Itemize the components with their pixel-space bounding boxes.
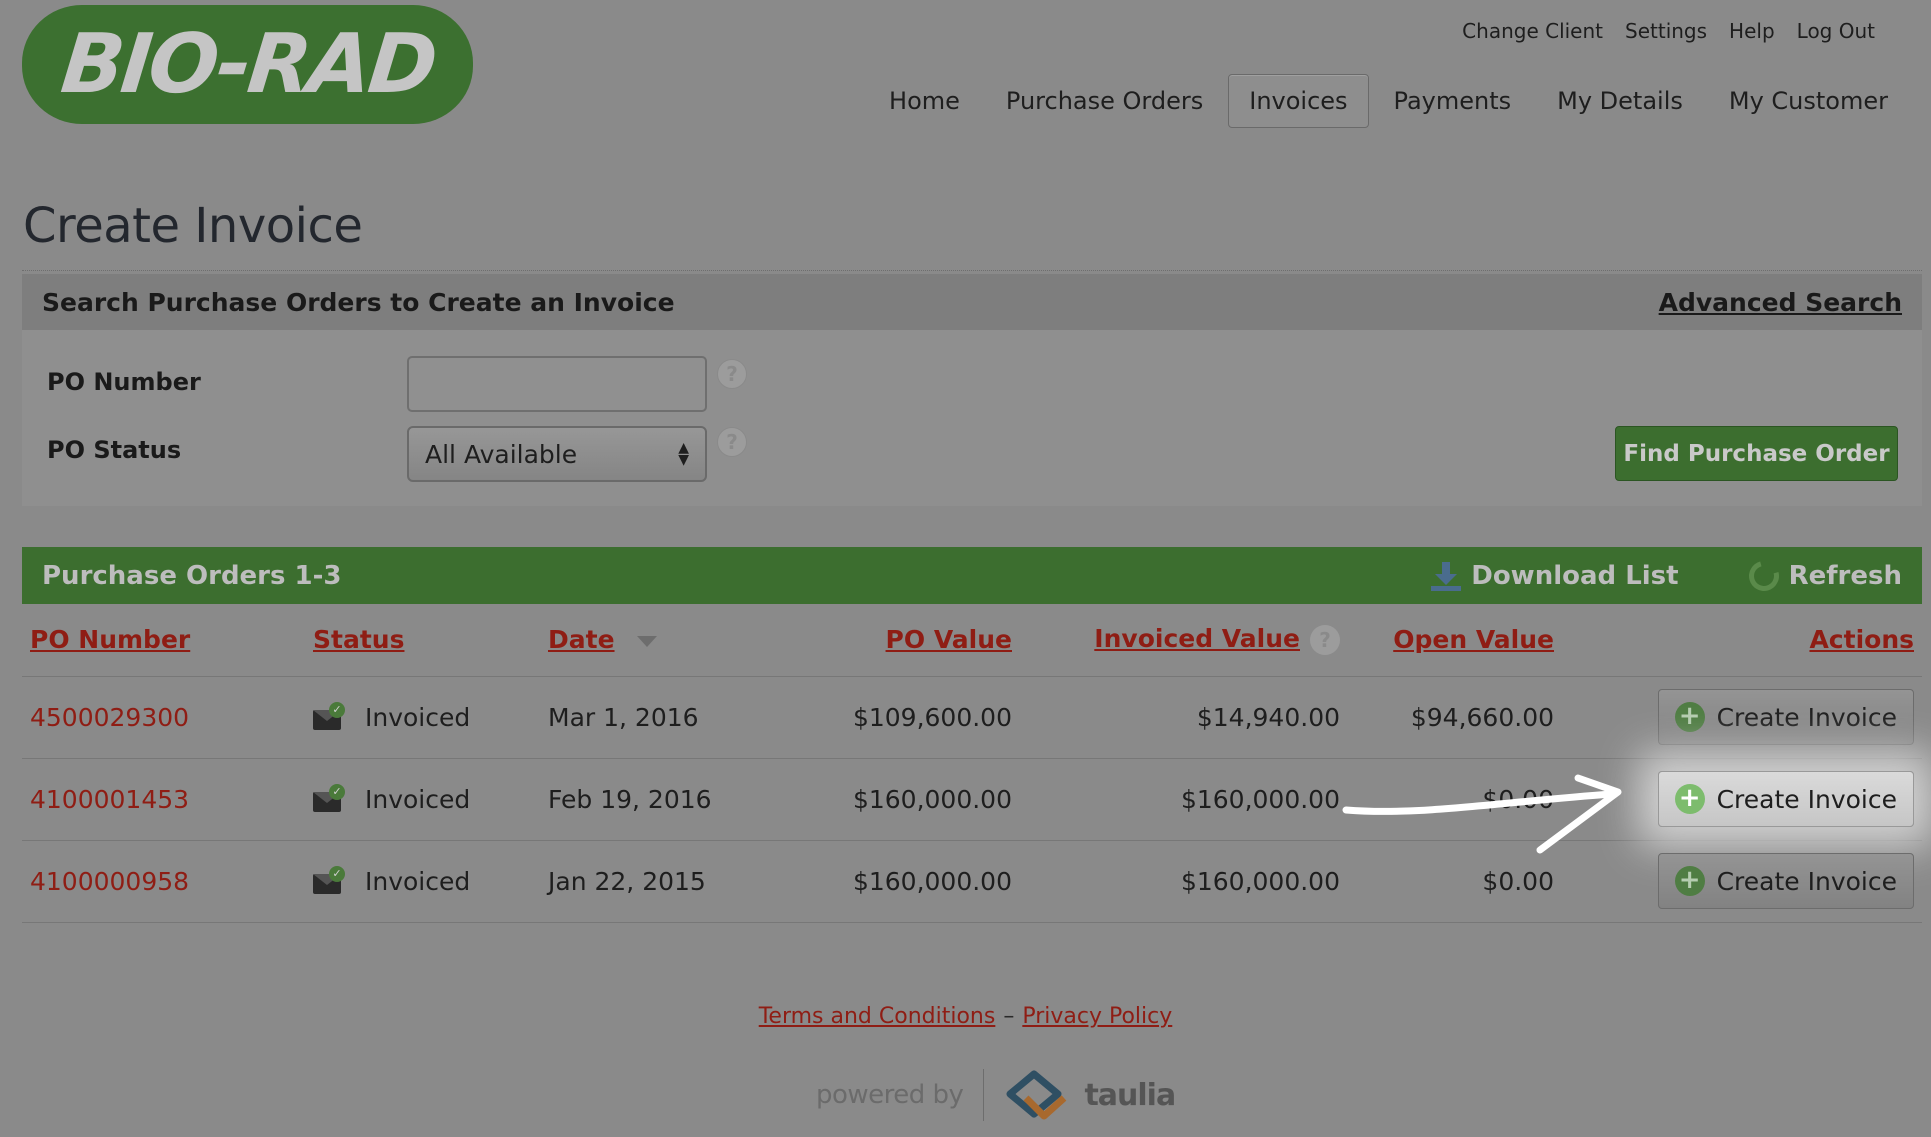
col-invoiced-value[interactable]: Invoiced Value? xyxy=(1020,604,1348,677)
search-heading: Search Purchase Orders to Create an Invo… xyxy=(42,287,675,317)
nav-purchase-orders[interactable]: Purchase Orders xyxy=(985,74,1224,128)
create-invoice-label: Create Invoice xyxy=(1716,784,1897,814)
col-date-label: Date xyxy=(548,625,615,655)
col-status[interactable]: Status xyxy=(305,604,540,677)
sort-desc-icon[interactable] xyxy=(636,635,657,647)
refresh-label: Refresh xyxy=(1788,560,1902,591)
invoiced-envelope-icon: ✓ xyxy=(313,702,345,732)
po-status-value: All Available xyxy=(425,439,578,469)
table-header-row: PO Number Status Date PO Value Invoiced … xyxy=(22,604,1922,677)
po-number-link[interactable]: 4100000958 xyxy=(30,867,189,896)
plus-icon: + xyxy=(1674,866,1705,896)
taulia-brand-text[interactable]: taulia xyxy=(1084,1078,1176,1113)
advanced-search-link[interactable]: Advanced Search xyxy=(1659,288,1902,317)
po-status-select[interactable]: All Available ▲ ▼ xyxy=(407,426,707,482)
powered-by: powered by taulia xyxy=(816,1068,1176,1122)
download-list-button[interactable]: Download List xyxy=(1431,560,1679,592)
change-client-link[interactable]: Change Client xyxy=(1462,19,1603,43)
nav-my-customer[interactable]: My Customer xyxy=(1708,74,1909,128)
nav-home[interactable]: Home xyxy=(868,74,981,128)
main-nav: Home Purchase Orders Invoices Payments M… xyxy=(864,74,1909,128)
settings-link[interactable]: Settings xyxy=(1625,19,1707,43)
invoiced-value: $160,000.00 xyxy=(1020,758,1348,841)
purchase-orders-table: PO Number Status Date PO Value Invoiced … xyxy=(22,604,1922,923)
col-po-number[interactable]: PO Number xyxy=(22,604,305,677)
po-date: Mar 1, 2016 xyxy=(540,676,780,759)
invoiced-value: $14,940.00 xyxy=(1020,676,1348,759)
taulia-logo-icon xyxy=(1006,1070,1067,1120)
powered-by-text: powered by xyxy=(816,1080,964,1110)
footer-divider xyxy=(983,1069,985,1121)
invoiced-envelope-icon: ✓ xyxy=(313,866,345,896)
status-text: Invoiced xyxy=(365,702,471,732)
help-icon[interactable]: ? xyxy=(717,427,747,457)
find-purchase-order-button[interactable]: Find Purchase Order xyxy=(1615,426,1898,481)
table-row: 4500029300 ✓ Invoiced Mar 1, 2016 $109,6… xyxy=(22,676,1922,759)
download-icon xyxy=(1431,560,1462,592)
terms-link[interactable]: Terms and Conditions xyxy=(759,1004,996,1029)
po-number-input[interactable] xyxy=(407,356,707,412)
privacy-link[interactable]: Privacy Policy xyxy=(1022,1004,1172,1029)
bio-rad-logo[interactable]: BIO-RAD xyxy=(22,5,473,124)
open-value: $0.00 xyxy=(1348,758,1562,841)
plus-icon: + xyxy=(1674,784,1705,814)
create-invoice-label: Create Invoice xyxy=(1716,702,1897,732)
help-link[interactable]: Help xyxy=(1729,19,1775,43)
title-divider xyxy=(22,270,1922,271)
nav-payments[interactable]: Payments xyxy=(1373,74,1533,128)
status-text: Invoiced xyxy=(365,866,471,896)
col-open-value[interactable]: Open Value xyxy=(1348,604,1562,677)
footer-links: Terms and Conditions – Privacy Policy xyxy=(0,1004,1931,1029)
po-number-link[interactable]: 4500029300 xyxy=(30,703,189,732)
open-value: $94,660.00 xyxy=(1348,676,1562,759)
status-text: Invoiced xyxy=(365,784,471,814)
utility-nav: Change Client Settings Help Log Out xyxy=(1462,19,1875,43)
refresh-button[interactable]: Refresh xyxy=(1743,555,1902,596)
results-header: Purchase Orders 1-3 Download List Refres… xyxy=(22,547,1922,604)
invoiced-envelope-icon: ✓ xyxy=(313,784,345,814)
results-title: Purchase Orders 1-3 xyxy=(42,560,342,591)
table-row: 4100001453 ✓ Invoiced Feb 19, 2016 $160,… xyxy=(22,758,1922,841)
open-value: $0.00 xyxy=(1348,840,1562,923)
table-row: 4100000958 ✓ Invoiced Jan 22, 2015 $160,… xyxy=(22,840,1922,923)
create-invoice-button[interactable]: + Create Invoice xyxy=(1657,853,1914,909)
col-po-value[interactable]: PO Value xyxy=(780,604,1020,677)
po-date: Jan 22, 2015 xyxy=(540,840,780,923)
log-out-link[interactable]: Log Out xyxy=(1797,19,1875,43)
nav-invoices[interactable]: Invoices xyxy=(1228,74,1369,128)
logo-text: BIO-RAD xyxy=(56,17,439,112)
po-value: $109,600.00 xyxy=(780,676,1020,759)
create-invoice-label: Create Invoice xyxy=(1716,866,1897,896)
footer-separator: – xyxy=(1003,1004,1015,1029)
col-actions[interactable]: Actions xyxy=(1562,604,1922,677)
help-icon[interactable]: ? xyxy=(717,359,747,389)
page-title: Create Invoice xyxy=(23,198,363,254)
col-date[interactable]: Date xyxy=(540,604,780,677)
create-invoice-button[interactable]: + Create Invoice xyxy=(1657,689,1914,745)
po-status-label: PO Status xyxy=(47,436,182,464)
po-number-link[interactable]: 4100001453 xyxy=(30,785,189,814)
nav-my-details[interactable]: My Details xyxy=(1536,74,1704,128)
download-list-label: Download List xyxy=(1471,560,1679,591)
refresh-icon xyxy=(1743,555,1785,596)
help-icon[interactable]: ? xyxy=(1310,625,1340,656)
invoiced-value: $160,000.00 xyxy=(1020,840,1348,923)
po-number-label: PO Number xyxy=(47,368,201,396)
po-date: Feb 19, 2016 xyxy=(540,758,780,841)
po-value: $160,000.00 xyxy=(780,758,1020,841)
create-invoice-button[interactable]: + Create Invoice xyxy=(1657,771,1914,827)
search-panel: Search Purchase Orders to Create an Invo… xyxy=(22,274,1922,506)
search-panel-header: Search Purchase Orders to Create an Invo… xyxy=(22,274,1922,330)
select-arrows-icon: ▲ ▼ xyxy=(678,440,689,468)
plus-icon: + xyxy=(1674,702,1705,732)
po-value: $160,000.00 xyxy=(780,840,1020,923)
col-invoiced-value-label: Invoiced Value xyxy=(1094,624,1300,654)
